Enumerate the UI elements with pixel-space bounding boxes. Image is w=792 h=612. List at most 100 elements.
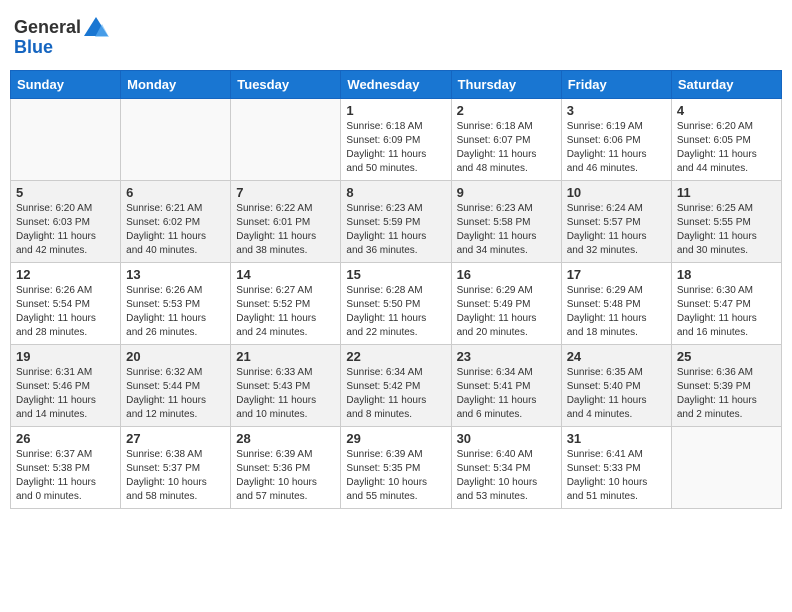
day-number: 15 (346, 267, 445, 282)
day-cell: 18 Sunrise: 6:30 AM Sunset: 5:47 PM Dayli… (671, 263, 781, 345)
day-cell (11, 99, 121, 181)
weekday-sunday: Sunday (11, 71, 121, 99)
day-cell: 5 Sunrise: 6:20 AM Sunset: 6:03 PM Daylig… (11, 181, 121, 263)
day-number: 14 (236, 267, 335, 282)
weekday-header-row: SundayMondayTuesdayWednesdayThursdayFrid… (11, 71, 782, 99)
day-info: Sunrise: 6:30 AM Sunset: 5:47 PM Dayligh… (677, 284, 776, 340)
day-cell (671, 427, 781, 509)
day-info: Sunrise: 6:24 AM Sunset: 5:57 PM Dayligh… (567, 202, 666, 258)
day-info: Sunrise: 6:32 AM Sunset: 5:44 PM Dayligh… (126, 366, 225, 422)
day-number: 17 (567, 267, 666, 282)
day-info: Sunrise: 6:23 AM Sunset: 5:59 PM Dayligh… (346, 202, 445, 258)
day-number: 21 (236, 349, 335, 364)
weekday-tuesday: Tuesday (231, 71, 341, 99)
logo-general: General (14, 18, 81, 36)
day-cell: 16 Sunrise: 6:29 AM Sunset: 5:49 PM Dayli… (451, 263, 561, 345)
day-number: 16 (457, 267, 556, 282)
day-cell: 3 Sunrise: 6:19 AM Sunset: 6:06 PM Daylig… (561, 99, 671, 181)
weekday-thursday: Thursday (451, 71, 561, 99)
day-info: Sunrise: 6:28 AM Sunset: 5:50 PM Dayligh… (346, 284, 445, 340)
day-cell: 6 Sunrise: 6:21 AM Sunset: 6:02 PM Daylig… (121, 181, 231, 263)
day-info: Sunrise: 6:40 AM Sunset: 5:34 PM Dayligh… (457, 448, 556, 504)
day-info: Sunrise: 6:34 AM Sunset: 5:42 PM Dayligh… (346, 366, 445, 422)
day-cell: 31Sunrise: 6:41 AM Sunset: 5:33 PM Dayli… (561, 427, 671, 509)
logo-blue: Blue (14, 38, 109, 56)
day-info: Sunrise: 6:23 AM Sunset: 5:58 PM Dayligh… (457, 202, 556, 258)
day-cell: 20 Sunrise: 6:32 AM Sunset: 5:44 PM Dayli… (121, 345, 231, 427)
day-cell: 25 Sunrise: 6:36 AM Sunset: 5:39 PM Dayli… (671, 345, 781, 427)
day-number: 13 (126, 267, 225, 282)
day-number: 19 (16, 349, 115, 364)
day-info: Sunrise: 6:39 AM Sunset: 5:35 PM Dayligh… (346, 448, 445, 504)
day-info: Sunrise: 6:29 AM Sunset: 5:48 PM Dayligh… (567, 284, 666, 340)
day-info: Sunrise: 6:25 AM Sunset: 5:55 PM Dayligh… (677, 202, 776, 258)
day-cell: 15 Sunrise: 6:28 AM Sunset: 5:50 PM Dayli… (341, 263, 451, 345)
day-info: Sunrise: 6:22 AM Sunset: 6:01 PM Dayligh… (236, 202, 335, 258)
weekday-saturday: Saturday (671, 71, 781, 99)
day-number: 29 (346, 431, 445, 446)
day-number: 20 (126, 349, 225, 364)
week-row-5: 26 Sunrise: 6:37 AM Sunset: 5:38 PM Dayli… (11, 427, 782, 509)
day-cell: 1 Sunrise: 6:18 AM Sunset: 6:09 PM Daylig… (341, 99, 451, 181)
day-number: 25 (677, 349, 776, 364)
day-number: 6 (126, 185, 225, 200)
day-info: Sunrise: 6:29 AM Sunset: 5:49 PM Dayligh… (457, 284, 556, 340)
logo: General Blue (14, 16, 109, 56)
day-cell: 8Sunrise: 6:23 AM Sunset: 5:59 PM Daylig… (341, 181, 451, 263)
day-info: Sunrise: 6:31 AM Sunset: 5:46 PM Dayligh… (16, 366, 115, 422)
day-number: 4 (677, 103, 776, 118)
day-info: Sunrise: 6:21 AM Sunset: 6:02 PM Dayligh… (126, 202, 225, 258)
day-info: Sunrise: 6:39 AM Sunset: 5:36 PM Dayligh… (236, 448, 335, 504)
day-info: Sunrise: 6:26 AM Sunset: 5:54 PM Dayligh… (16, 284, 115, 340)
day-number: 7 (236, 185, 335, 200)
day-cell: 29 Sunrise: 6:39 AM Sunset: 5:35 PM Dayli… (341, 427, 451, 509)
day-info: Sunrise: 6:34 AM Sunset: 5:41 PM Dayligh… (457, 366, 556, 422)
page-header: General Blue (10, 10, 782, 62)
day-number: 10 (567, 185, 666, 200)
week-row-4: 19 Sunrise: 6:31 AM Sunset: 5:46 PM Dayli… (11, 345, 782, 427)
day-number: 3 (567, 103, 666, 118)
day-number: 30 (457, 431, 556, 446)
day-cell: 7 Sunrise: 6:22 AM Sunset: 6:01 PM Daylig… (231, 181, 341, 263)
day-info: Sunrise: 6:36 AM Sunset: 5:39 PM Dayligh… (677, 366, 776, 422)
day-number: 5 (16, 185, 115, 200)
day-info: Sunrise: 6:20 AM Sunset: 6:03 PM Dayligh… (16, 202, 115, 258)
day-number: 12 (16, 267, 115, 282)
day-info: Sunrise: 6:33 AM Sunset: 5:43 PM Dayligh… (236, 366, 335, 422)
calendar: SundayMondayTuesdayWednesdayThursdayFrid… (10, 70, 782, 509)
day-cell: 30 Sunrise: 6:40 AM Sunset: 5:34 PM Dayli… (451, 427, 561, 509)
day-cell: 28 Sunrise: 6:39 AM Sunset: 5:36 PM Dayli… (231, 427, 341, 509)
day-number: 18 (677, 267, 776, 282)
day-cell: 4 Sunrise: 6:20 AM Sunset: 6:05 PM Daylig… (671, 99, 781, 181)
day-cell: 21 Sunrise: 6:33 AM Sunset: 5:43 PM Dayli… (231, 345, 341, 427)
day-cell: 13 Sunrise: 6:26 AM Sunset: 5:53 PM Dayli… (121, 263, 231, 345)
weekday-monday: Monday (121, 71, 231, 99)
day-number: 28 (236, 431, 335, 446)
week-row-3: 12 Sunrise: 6:26 AM Sunset: 5:54 PM Dayli… (11, 263, 782, 345)
weekday-friday: Friday (561, 71, 671, 99)
logo-triangle-icon (83, 16, 109, 38)
day-info: Sunrise: 6:20 AM Sunset: 6:05 PM Dayligh… (677, 120, 776, 176)
day-number: 9 (457, 185, 556, 200)
day-cell (121, 99, 231, 181)
day-info: Sunrise: 6:19 AM Sunset: 6:06 PM Dayligh… (567, 120, 666, 176)
day-cell: 26 Sunrise: 6:37 AM Sunset: 5:38 PM Dayli… (11, 427, 121, 509)
day-cell: 22 Sunrise: 6:34 AM Sunset: 5:42 PM Dayli… (341, 345, 451, 427)
day-number: 26 (16, 431, 115, 446)
day-number: 11 (677, 185, 776, 200)
day-cell: 19 Sunrise: 6:31 AM Sunset: 5:46 PM Dayli… (11, 345, 121, 427)
week-row-2: 5 Sunrise: 6:20 AM Sunset: 6:03 PM Daylig… (11, 181, 782, 263)
day-cell (231, 99, 341, 181)
day-number: 22 (346, 349, 445, 364)
day-info: Sunrise: 6:18 AM Sunset: 6:09 PM Dayligh… (346, 120, 445, 176)
day-info: Sunrise: 6:18 AM Sunset: 6:07 PM Dayligh… (457, 120, 556, 176)
day-info: Sunrise: 6:26 AM Sunset: 5:53 PM Dayligh… (126, 284, 225, 340)
day-number: 27 (126, 431, 225, 446)
day-info: Sunrise: 6:27 AM Sunset: 5:52 PM Dayligh… (236, 284, 335, 340)
day-cell: 9 Sunrise: 6:23 AM Sunset: 5:58 PM Daylig… (451, 181, 561, 263)
day-number: 1 (346, 103, 445, 118)
day-info: Sunrise: 6:37 AM Sunset: 5:38 PM Dayligh… (16, 448, 115, 504)
day-info: Sunrise: 6:41 AM Sunset: 5:33 PM Dayligh… (567, 448, 666, 504)
day-number: 23 (457, 349, 556, 364)
day-cell: 11 Sunrise: 6:25 AM Sunset: 5:55 PM Dayli… (671, 181, 781, 263)
